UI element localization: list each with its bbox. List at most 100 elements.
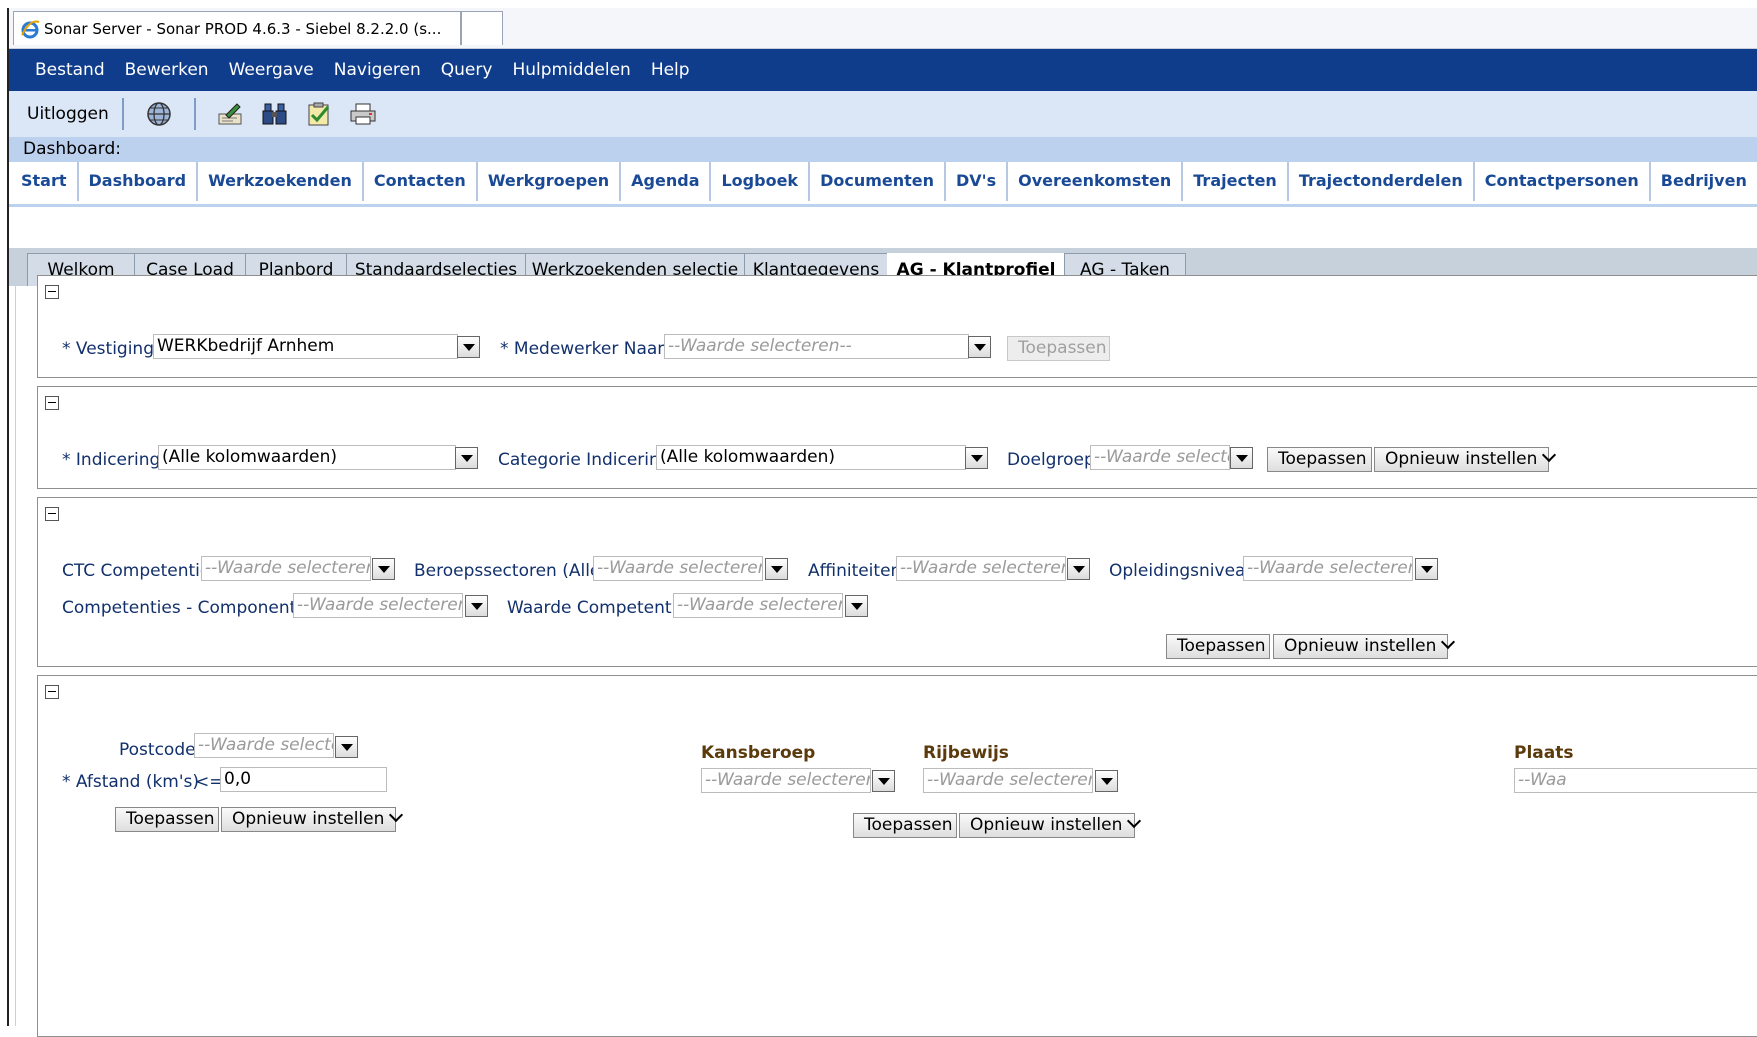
reset-button-competenties[interactable]: Opnieuw instellen	[1273, 634, 1456, 659]
plaats-label: Plaats	[1514, 743, 1574, 763]
waarde-competentie-dropdown-icon[interactable]	[845, 595, 868, 617]
affiniteiten-label: Affiniteiten	[808, 561, 902, 581]
competenties-componenten-label: Competenties - Componenten	[62, 598, 318, 618]
menu-help[interactable]: Help	[651, 60, 690, 80]
beroepssectoren-select[interactable]: --Waarde selecteren--	[593, 556, 763, 581]
edit-record-icon[interactable]	[217, 100, 245, 128]
postcode-dropdown-icon[interactable]	[335, 736, 358, 758]
rijbewijs-dropdown-icon[interactable]	[1095, 770, 1118, 792]
menu-weergave[interactable]: Weergave	[229, 60, 314, 80]
plaats-select[interactable]: --Waa	[1514, 768, 1757, 793]
checklist-icon[interactable]	[305, 100, 333, 128]
kansberoep-dropdown-icon[interactable]	[872, 770, 895, 792]
vestiging-select[interactable]: WERKbedrijf Arnhem	[153, 334, 458, 359]
tab-documenten[interactable]: Documenten	[810, 162, 947, 201]
postcode-label: Postcode	[119, 740, 196, 760]
reset-button-indicering[interactable]: Opnieuw instellen	[1374, 447, 1557, 472]
tab-contactpersonen[interactable]: Contactpersonen	[1475, 162, 1651, 201]
toolbar: Uitloggen	[9, 91, 1757, 137]
afstand-input[interactable]: 0,0	[220, 767, 387, 792]
competenties-componenten-dropdown-icon[interactable]	[465, 595, 488, 617]
tab-bedrijven[interactable]: Bedrijven	[1651, 162, 1757, 201]
medewerker-select[interactable]: --Waarde selecteren--	[664, 334, 969, 359]
reset-button-label: Opnieuw instellen	[232, 809, 385, 829]
indicering-select[interactable]: (Alle kolomwaarden)	[158, 445, 456, 470]
ctc-competentie-select[interactable]: --Waarde selecteren--	[201, 556, 371, 581]
categorie-indicering-dropdown-icon[interactable]	[965, 447, 988, 469]
affiniteiten-dropdown-icon[interactable]	[1067, 558, 1090, 580]
collapse-icon[interactable]	[45, 396, 59, 410]
opleidingsniveau-dropdown-icon[interactable]	[1415, 558, 1438, 580]
apply-button-vestiging[interactable]: Toepassen	[1007, 336, 1110, 361]
apply-button-kansberoep[interactable]: Toepassen	[853, 813, 957, 838]
menu-navigeren[interactable]: Navigeren	[334, 60, 421, 80]
afstand-label: * Afstand (km's)	[62, 772, 200, 792]
doelgroep-select[interactable]: --Waarde selecte	[1090, 445, 1230, 470]
opleidingsniveau-label: Opleidingsniveau	[1109, 561, 1257, 581]
ctc-competentie-label: CTC Competentie	[62, 561, 211, 581]
postcode-select[interactable]: --Waarde selecte	[194, 733, 334, 758]
logout-button[interactable]: Uitloggen	[27, 104, 109, 124]
apply-button-locatie[interactable]: Toepassen	[115, 807, 219, 832]
apply-button-competenties[interactable]: Toepassen	[1166, 634, 1270, 659]
affiniteiten-select[interactable]: --Waarde selecteren--	[896, 556, 1066, 581]
waarde-competentie-label: Waarde Competentie	[507, 598, 687, 618]
doelgroep-label: Doelgroep	[1007, 450, 1095, 470]
tab-werkgroepen[interactable]: Werkgroepen	[478, 162, 622, 201]
menu-bestand[interactable]: Bestand	[35, 60, 105, 80]
beroepssectoren-dropdown-icon[interactable]	[765, 558, 788, 580]
reset-button-kansberoep[interactable]: Opnieuw instellen	[959, 813, 1142, 838]
doelgroep-dropdown-icon[interactable]	[1230, 447, 1253, 469]
chevron-down-icon	[1127, 813, 1142, 829]
toolbar-separator	[193, 98, 196, 130]
prompt-panel-indicering: * Indicering (Alle kolomwaarden) Categor…	[37, 386, 1757, 489]
categorie-indicering-select[interactable]: (Alle kolomwaarden)	[656, 445, 966, 470]
opleidingsniveau-select[interactable]: --Waarde selecteren--	[1243, 556, 1413, 581]
new-tab-button[interactable]	[461, 11, 503, 45]
kansberoep-select[interactable]: --Waarde selecteren--	[701, 768, 871, 793]
browser-window: Sonar Server - Sonar PROD 4.6.3 - Siebel…	[7, 8, 1757, 1037]
tab-werkzoekenden[interactable]: Werkzoekenden	[198, 162, 364, 201]
ctc-competentie-dropdown-icon[interactable]	[372, 558, 395, 580]
waarde-competentie-select[interactable]: --Waarde selecteren--	[673, 593, 843, 618]
indicering-label: * Indicering	[62, 450, 161, 470]
medewerker-dropdown-icon[interactable]	[968, 336, 991, 358]
vestiging-dropdown-icon[interactable]	[457, 336, 480, 358]
categorie-indicering-label: Categorie Indicering	[498, 450, 671, 470]
binoculars-icon[interactable]	[261, 100, 289, 128]
indicering-dropdown-icon[interactable]	[455, 447, 478, 469]
prompt-panel-locatie: Postcode --Waarde selecte * Afstand (km'…	[37, 675, 1757, 1037]
screen-tabs: Start Dashboard Werkzoekenden Contacten …	[9, 162, 1757, 207]
collapse-icon[interactable]	[45, 507, 59, 521]
tab-trajecten[interactable]: Trajecten	[1183, 162, 1289, 201]
content-area: * Vestiging WERKbedrijf Arnhem * Medewer…	[15, 275, 1757, 1037]
tab-logboek[interactable]: Logboek	[711, 162, 811, 201]
tab-dvs[interactable]: DV's	[946, 162, 1009, 201]
competenties-componenten-select[interactable]: --Waarde selecteren--	[293, 593, 463, 618]
vestiging-label: * Vestiging	[62, 339, 154, 359]
tab-dashboard[interactable]: Dashboard	[78, 162, 199, 201]
tab-trajectonderdelen[interactable]: Trajectonderdelen	[1289, 162, 1475, 201]
apply-button-indicering[interactable]: Toepassen	[1267, 447, 1372, 472]
rijbewijs-select[interactable]: --Waarde selecteren--	[923, 768, 1093, 793]
browser-tab[interactable]: Sonar Server - Sonar PROD 4.6.3 - Siebel…	[13, 11, 461, 45]
chevron-down-icon	[1441, 634, 1456, 650]
collapse-icon[interactable]	[45, 285, 59, 299]
tab-agenda[interactable]: Agenda	[621, 162, 712, 201]
collapse-icon[interactable]	[45, 685, 59, 699]
globe-icon[interactable]	[145, 100, 173, 128]
tab-start[interactable]: Start	[9, 162, 79, 201]
reset-button-label: Opnieuw instellen	[970, 815, 1123, 835]
toolbar-separator	[121, 98, 124, 130]
beroepssectoren-label: Beroepssectoren (Alle)	[414, 561, 608, 581]
menu-bewerken[interactable]: Bewerken	[125, 60, 209, 80]
menu-hulpmiddelen[interactable]: Hulpmiddelen	[512, 60, 630, 80]
menu-query[interactable]: Query	[441, 60, 493, 80]
ie-browser-icon	[20, 19, 40, 39]
tab-overeenkomsten[interactable]: Overeenkomsten	[1008, 162, 1184, 201]
reset-button-locatie[interactable]: Opnieuw instellen	[221, 807, 404, 832]
browser-tab-strip: Sonar Server - Sonar PROD 4.6.3 - Siebel…	[9, 8, 1757, 49]
print-icon[interactable]	[349, 100, 377, 128]
tab-contacten[interactable]: Contacten	[364, 162, 478, 201]
dashboard-label: Dashboard:	[9, 137, 1757, 162]
